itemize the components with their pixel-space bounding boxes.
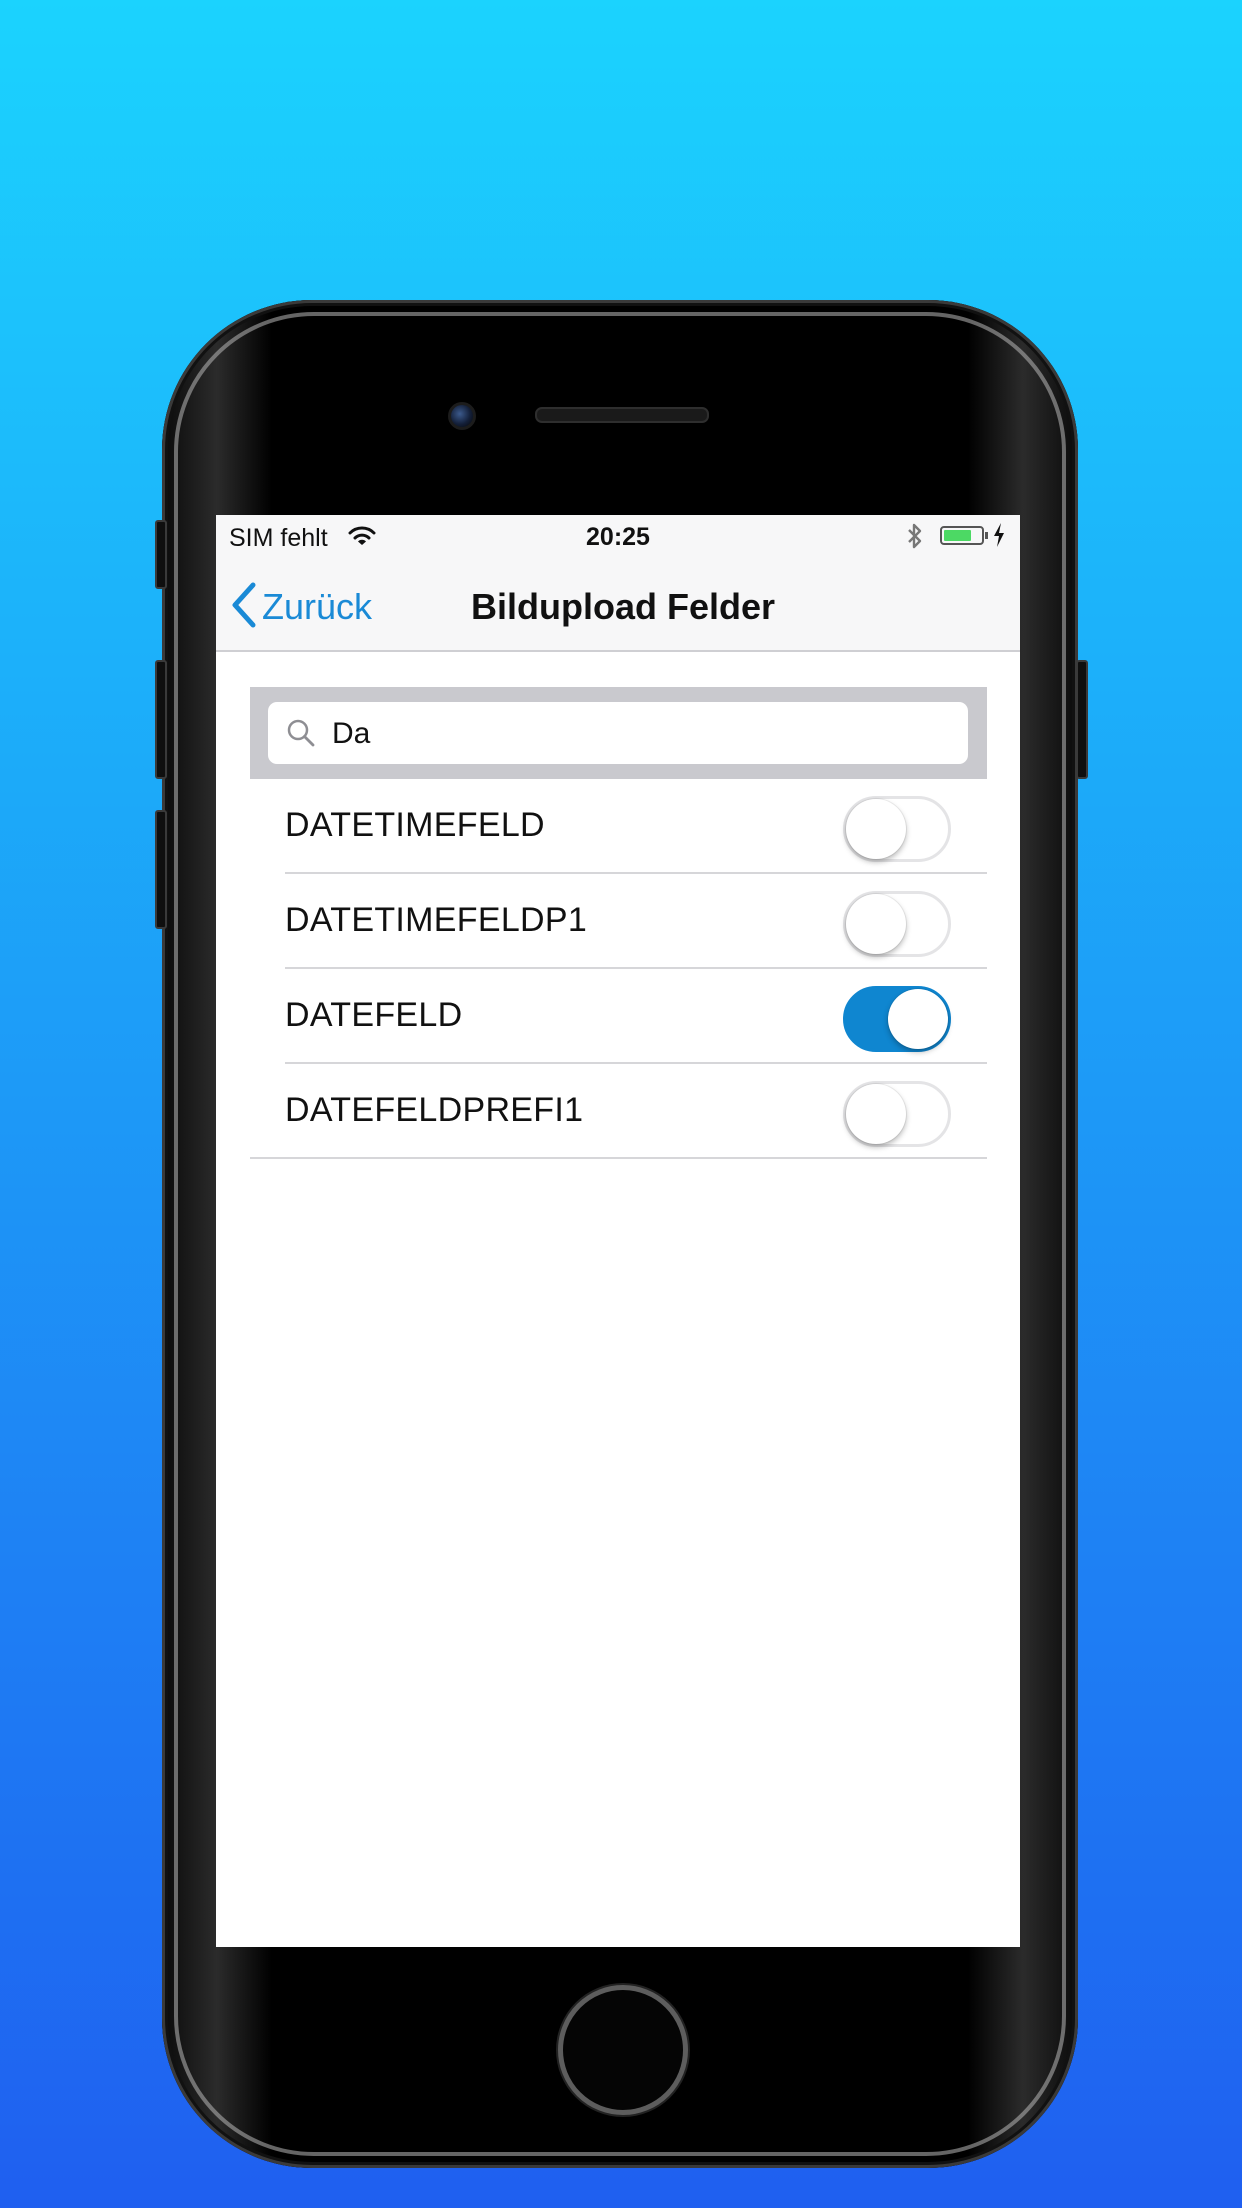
bluetooth-icon bbox=[906, 522, 924, 557]
field-label: DATEFELD bbox=[285, 996, 463, 1034]
mute-switch bbox=[155, 520, 167, 589]
field-toggle[interactable] bbox=[843, 796, 951, 862]
battery-nub bbox=[985, 532, 988, 539]
toggle-knob bbox=[888, 989, 948, 1049]
power-button bbox=[1076, 660, 1088, 779]
field-toggle[interactable] bbox=[843, 986, 951, 1052]
list-item: DATETIMEFELD bbox=[216, 779, 1020, 874]
charging-icon bbox=[992, 522, 1006, 555]
field-label: DATETIMEFELD bbox=[285, 806, 545, 844]
field-label: DATEFELDPREFI1 bbox=[285, 1091, 584, 1129]
navigation-bar: Zurück Bildupload Felder bbox=[216, 560, 1020, 652]
search-input[interactable] bbox=[330, 711, 954, 757]
search-icon bbox=[286, 718, 316, 753]
search-bar bbox=[250, 687, 987, 779]
volume-down-button bbox=[155, 810, 167, 929]
toggle-knob bbox=[846, 894, 906, 954]
search-field[interactable] bbox=[268, 702, 968, 764]
list-item: DATEFELDPREFI1 bbox=[216, 1064, 1020, 1159]
clock: 20:25 bbox=[586, 523, 650, 551]
row-divider bbox=[250, 1157, 987, 1159]
battery-level-fill bbox=[944, 530, 971, 541]
field-label: DATETIMEFELDP1 bbox=[285, 901, 588, 939]
home-button[interactable] bbox=[558, 1985, 688, 2115]
status-bar: SIM fehlt 20:25 bbox=[216, 515, 1020, 560]
page-title: Bildupload Felder bbox=[470, 586, 775, 627]
app-screen: SIM fehlt 20:25 Zurück Bildupload Felder… bbox=[216, 515, 1020, 1947]
toggle-knob bbox=[846, 1084, 906, 1144]
earpiece-speaker bbox=[535, 407, 709, 423]
battery-icon bbox=[940, 526, 984, 545]
list-item: DATETIMEFELDP1 bbox=[216, 874, 1020, 969]
field-toggle[interactable] bbox=[843, 891, 951, 957]
list-item: DATEFELD bbox=[216, 969, 1020, 1064]
front-camera bbox=[448, 402, 476, 430]
toggle-knob bbox=[846, 799, 906, 859]
volume-up-button bbox=[155, 660, 167, 779]
field-toggle[interactable] bbox=[843, 1081, 951, 1147]
